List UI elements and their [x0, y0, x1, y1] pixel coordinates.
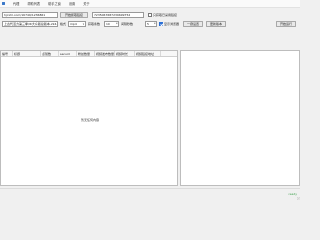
interval-value: 5 — [147, 22, 149, 26]
show-browser-label: 显示浏览器 — [164, 22, 180, 26]
menu-item-settings[interactable]: 设置 — [69, 1, 75, 6]
menu-item-about[interactable]: 关于 — [83, 1, 89, 6]
menu-item-proxy[interactable]: 代理 — [13, 1, 19, 6]
code-input[interactable]: 7235067687239699752 — [92, 12, 144, 18]
spin-arrows-icon[interactable]: ▲ ▼ — [116, 22, 117, 26]
column-header[interactable]: 视频时长 — [115, 51, 135, 56]
table-header: 编号 标题 点赞数 secuid 粉丝数量 视频发布数量 视频时长 视频链接地址 — [1, 51, 177, 57]
toolbar: hjcxhl.com/16749/1236861 开始抓取链接 72350676… — [0, 9, 300, 49]
app-icon — [2, 2, 5, 5]
count-label: 获取条数 — [88, 22, 101, 26]
format-value: mp4 — [70, 22, 77, 26]
column-header[interactable]: 标题 — [13, 51, 41, 56]
format-label: 格式 — [60, 22, 67, 26]
column-header[interactable]: 点赞数 — [41, 51, 59, 56]
menu-item-assistant[interactable]: 助手之窗 — [48, 1, 61, 6]
chevron-down-icon: ▾ — [82, 23, 84, 26]
status-text: ready — [288, 192, 297, 196]
show-browser-checkbox[interactable] — [159, 22, 163, 26]
column-header[interactable]: secuid — [59, 51, 77, 56]
column-header[interactable]: 视频链接地址 — [135, 51, 161, 56]
start-fetch-button[interactable]: 开始抓取链接 — [60, 12, 88, 18]
update-version-button[interactable]: 更新版本 — [206, 21, 226, 27]
column-header[interactable]: 视频发布数量 — [95, 51, 115, 56]
status-bar: ready — [0, 188, 300, 200]
menu-bar: 代理 帮助列表 助手之窗 设置 关于 — [0, 0, 300, 8]
column-header[interactable]: 编号 — [1, 51, 13, 56]
spin-arrows-icon[interactable]: ▲ ▼ — [154, 22, 155, 26]
results-table: 编号 标题 点赞数 secuid 粉丝数量 视频发布数量 视频时长 视频链接地址… — [0, 50, 178, 186]
format-select[interactable]: mp4 ▾ — [68, 21, 86, 27]
save-path-input[interactable]: 上古代活力第三季/IK大众版总版本,2k4+.txt — [2, 21, 58, 27]
interval-spinner[interactable]: 5 ▲ ▼ — [145, 21, 157, 27]
one-click-setup-button[interactable]: 一键设置 — [183, 21, 203, 27]
resize-grip-icon[interactable] — [296, 196, 300, 200]
fetch-only-checkbox[interactable] — [148, 13, 152, 17]
empty-table-message: 暂无任何内容 — [80, 118, 99, 122]
fetch-only-label: 只获取已采用链接 — [153, 13, 178, 17]
menu-item-help-list[interactable]: 帮助列表 — [27, 1, 40, 6]
start-crawl-button[interactable]: 开始运行 — [276, 21, 296, 27]
interval-label: 间隔秒数 — [121, 22, 134, 26]
column-header[interactable]: 粉丝数量 — [77, 51, 95, 56]
count-spinner[interactable]: 10 ▲ ▼ — [104, 21, 119, 27]
log-panel[interactable] — [180, 50, 300, 186]
url-input[interactable]: hjcxhl.com/16749/1236861 — [2, 12, 58, 18]
count-value: 10 — [106, 22, 110, 26]
